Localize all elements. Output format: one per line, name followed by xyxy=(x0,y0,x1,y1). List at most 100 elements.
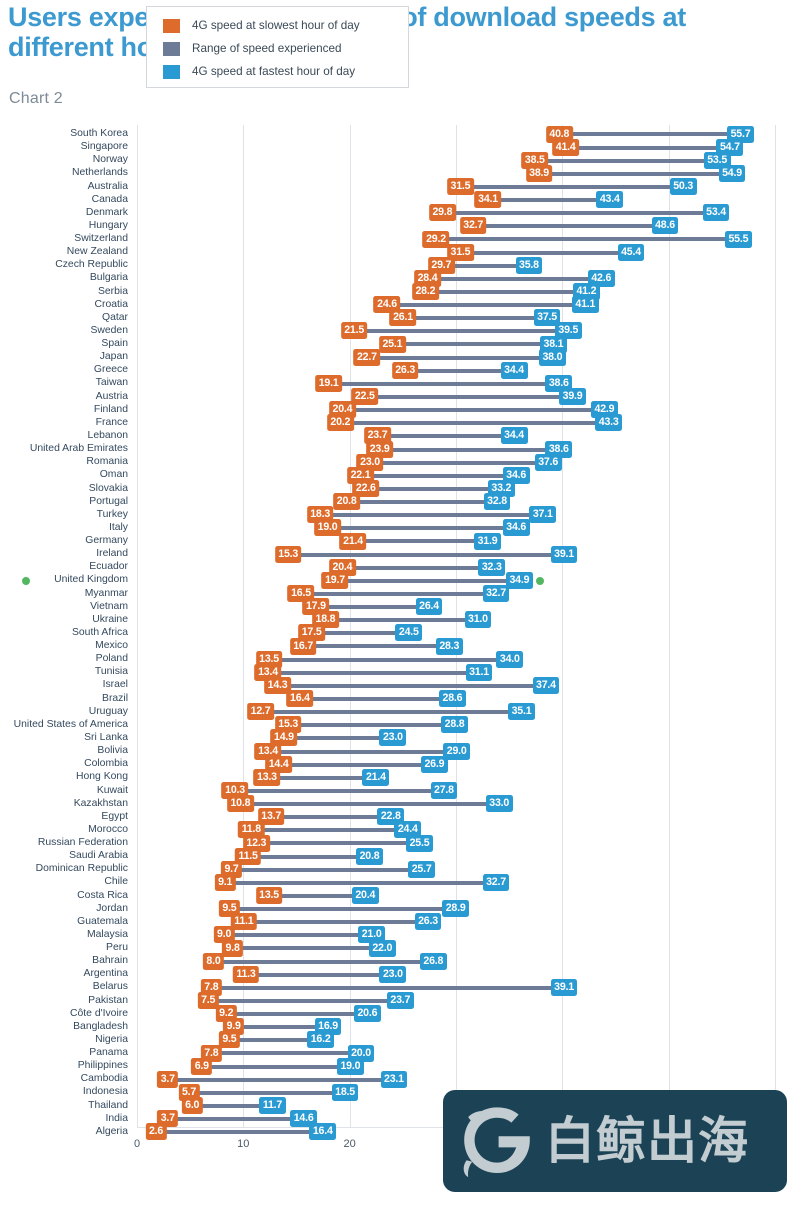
chart-row: Romania 23.0 37.6 xyxy=(0,453,796,471)
country-label: Philippines xyxy=(77,1060,128,1072)
country-label: Colombia xyxy=(84,758,128,770)
country-label: Chile xyxy=(104,876,128,888)
range-bar xyxy=(262,828,397,833)
chart-row: Australia 31.5 50.3 xyxy=(0,178,796,196)
chart-row: Turkey 18.3 37.1 xyxy=(0,506,796,524)
country-label: Japan xyxy=(99,351,128,363)
whale-logo-icon xyxy=(463,1107,530,1177)
country-label: Romania xyxy=(86,456,128,468)
country-label: Qatar xyxy=(102,311,128,323)
range-bar xyxy=(471,184,672,189)
legend-item-range[interactable]: Range of speed experienced xyxy=(147,37,408,60)
country-label: Uruguay xyxy=(88,705,128,717)
chart-row: Sri Lanka 14.9 23.0 xyxy=(0,729,796,747)
country-label: Mexico xyxy=(95,640,128,652)
square-swatch-icon xyxy=(163,18,180,33)
country-label: Peru xyxy=(106,942,128,954)
legend-label: Range of speed experienced xyxy=(192,42,342,55)
range-bar xyxy=(257,972,382,977)
chart-row: United Arab Emirates 23.9 38.6 xyxy=(0,440,796,458)
range-bar xyxy=(237,1038,310,1043)
chart-row: Norway 38.5 53.5 xyxy=(0,151,796,169)
country-label: Dominican Republic xyxy=(35,863,128,875)
country-label: New Zealand xyxy=(66,246,128,258)
range-bar xyxy=(272,710,511,715)
chart-row: United Kingdom 19.7 34.9 xyxy=(0,571,796,589)
range-bar xyxy=(338,526,505,531)
chart-row: Panama 7.8 20.0 xyxy=(0,1044,796,1062)
country-label: Bulgaria xyxy=(89,272,128,284)
country-label: Guatemala xyxy=(77,915,128,927)
chart-row: Oman 22.1 34.6 xyxy=(0,466,796,484)
country-label: Hong Kong xyxy=(76,771,128,783)
country-label: Canada xyxy=(91,193,128,205)
country-label: Ireland xyxy=(96,548,128,560)
range-bar xyxy=(499,198,599,203)
chart-row: Lebanon 23.7 34.4 xyxy=(0,427,796,445)
range-bar xyxy=(282,815,380,820)
range-bar xyxy=(290,762,423,767)
chart-row: Mexico 16.7 28.3 xyxy=(0,637,796,655)
range-bar xyxy=(289,683,535,688)
legend-item-fastest[interactable]: 4G speed at fastest hour of day xyxy=(147,60,408,83)
range-bar xyxy=(233,880,485,885)
chart-row: Spain 25.1 38.1 xyxy=(0,335,796,353)
chart-legend: 4G speed at slowest hour of day Range of… xyxy=(146,6,409,88)
chart-row: Saudi Arabia 11.5 20.8 xyxy=(0,847,796,865)
range-bar xyxy=(346,578,508,583)
chart-row: Canada 34.1 43.4 xyxy=(0,191,796,209)
range-bar xyxy=(377,486,490,491)
chart-row: Brazil 16.4 28.6 xyxy=(0,690,796,708)
country-label: France xyxy=(95,416,128,428)
chart-row: Morocco 11.8 24.4 xyxy=(0,821,796,839)
chart-row: Qatar 26.1 37.5 xyxy=(0,309,796,327)
range-bar xyxy=(295,736,382,741)
range-bar xyxy=(364,539,477,544)
country-label: United Arab Emirates xyxy=(29,443,128,455)
highlight-dot-icon xyxy=(535,576,544,585)
chart-row: Uruguay 12.7 35.1 xyxy=(0,703,796,721)
range-bar xyxy=(164,1130,312,1135)
country-label: Jordan xyxy=(96,902,128,914)
country-label: Bangladesh xyxy=(73,1020,128,1032)
range-bar xyxy=(234,1012,356,1017)
range-bar xyxy=(353,565,481,570)
legend-label: 4G speed at slowest hour of day xyxy=(192,19,360,32)
range-bar xyxy=(416,368,503,373)
range-bar xyxy=(176,1117,293,1122)
country-label: Portugal xyxy=(89,495,128,507)
country-label: United Kingdom xyxy=(54,574,128,586)
country-label: Austria xyxy=(95,390,128,402)
range-bar xyxy=(365,329,557,334)
legend-item-slowest[interactable]: 4G speed at slowest hour of day xyxy=(147,14,408,37)
range-bar xyxy=(279,749,446,754)
range-bar xyxy=(447,237,727,242)
range-bar xyxy=(246,788,433,793)
range-bar xyxy=(200,1104,262,1108)
country-label: Spain xyxy=(101,338,128,350)
country-label: Israel xyxy=(102,679,128,691)
watermark-text: 白鲸出海 xyxy=(545,1112,749,1170)
x-tick-label: 0 xyxy=(133,1138,141,1150)
range-bar xyxy=(577,145,719,150)
chart-row: South Korea 40.8 55.7 xyxy=(0,125,796,143)
chart-row: France 20.2 43.3 xyxy=(0,414,796,432)
country-label: Greece xyxy=(93,364,128,376)
range-bar xyxy=(279,670,468,675)
chart-row: Côte d'Ivoire 9.2 20.6 xyxy=(0,1005,796,1023)
country-label: Germany xyxy=(85,535,128,547)
country-label: Bolivia xyxy=(97,745,128,757)
chart-row: Costa Rica 13.5 20.4 xyxy=(0,887,796,905)
range-bar xyxy=(176,1077,383,1082)
range-bar xyxy=(242,1025,317,1030)
country-label: Tunisia xyxy=(94,666,128,678)
chart-row: Czech Republic 29.7 35.8 xyxy=(0,256,796,274)
slowest-value-label: 2.6 xyxy=(145,1123,167,1141)
chart-row: Switzerland 29.2 55.5 xyxy=(0,230,796,248)
range-bar xyxy=(570,132,730,137)
square-swatch-icon xyxy=(163,64,180,79)
chart-row: Myanmar 16.5 32.7 xyxy=(0,585,796,603)
country-label: Finland xyxy=(93,403,128,415)
chart-row: Portugal 20.8 32.8 xyxy=(0,493,796,511)
range-bar xyxy=(403,342,542,347)
